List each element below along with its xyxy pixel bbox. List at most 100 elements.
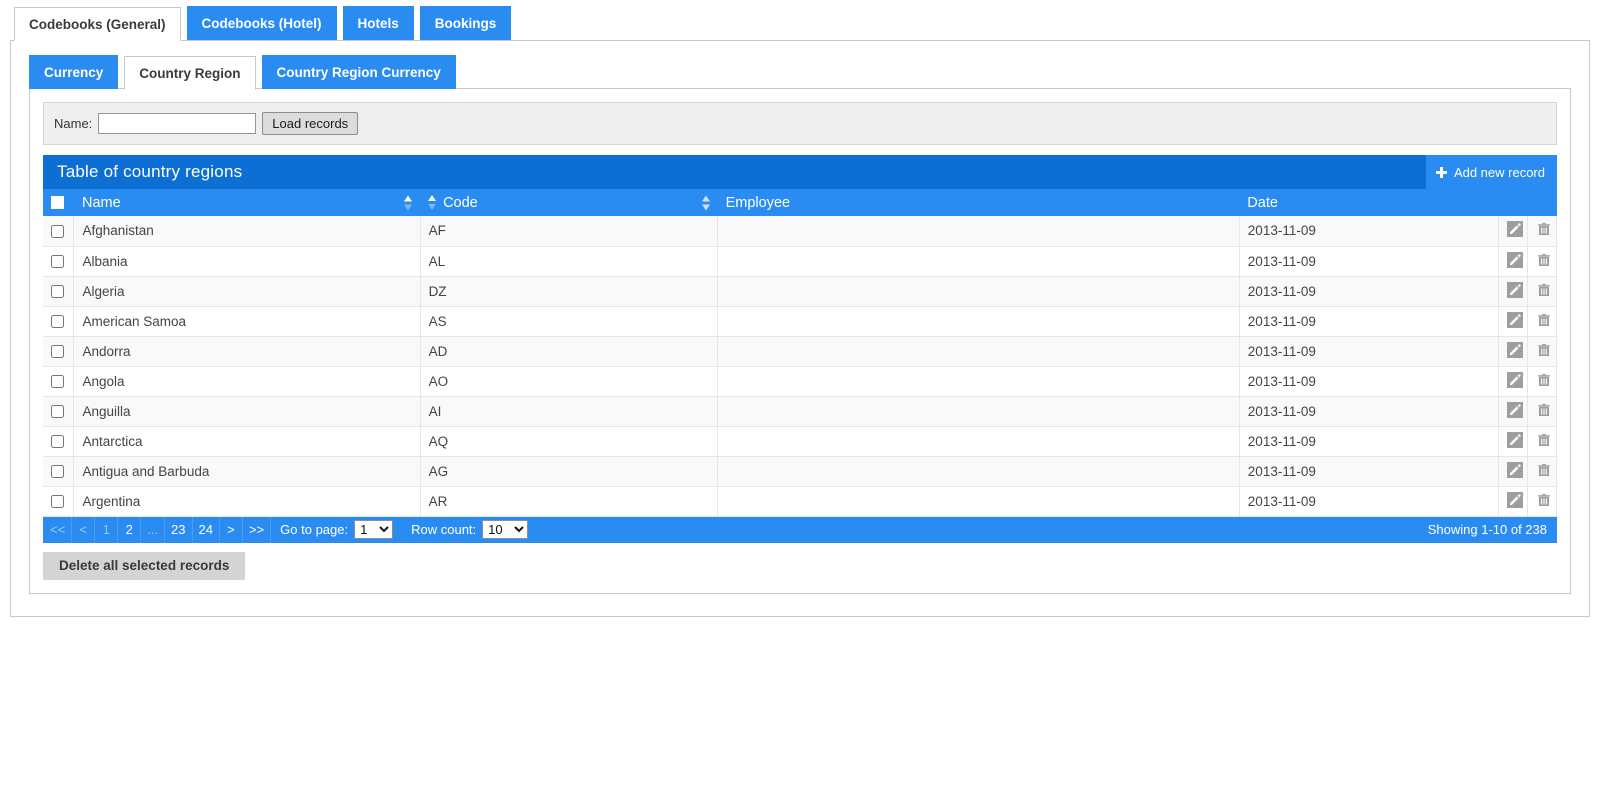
- table-body: Afghanistan AF 2013-11-09 Albania AL 2013-11-…: [43, 216, 1557, 517]
- row-checkbox[interactable]: [51, 465, 64, 479]
- pagination-next[interactable]: >: [220, 516, 243, 543]
- cell-delete-action[interactable]: [1527, 426, 1557, 457]
- row-select-cell: [43, 336, 75, 367]
- cell-edit-action[interactable]: [1498, 336, 1529, 367]
- cell-code: AG: [420, 456, 719, 487]
- edit-pencil-icon[interactable]: [1507, 221, 1524, 238]
- cell-delete-action[interactable]: [1527, 216, 1557, 247]
- row-checkbox[interactable]: [51, 255, 64, 269]
- edit-pencil-icon[interactable]: [1507, 371, 1524, 388]
- cell-edit-action[interactable]: [1498, 276, 1529, 307]
- tab-bookings[interactable]: Bookings: [419, 6, 512, 40]
- trash-icon[interactable]: [1536, 221, 1552, 237]
- table-row: Afghanistan AF 2013-11-09: [43, 216, 1557, 247]
- cell-edit-action[interactable]: [1498, 366, 1529, 397]
- sort-indicator-name[interactable]: [404, 195, 413, 210]
- tab-currency[interactable]: Currency: [29, 55, 119, 89]
- trash-icon[interactable]: [1536, 312, 1552, 328]
- edit-pencil-icon[interactable]: [1507, 401, 1524, 418]
- trash-icon[interactable]: [1536, 462, 1552, 478]
- cell-employee: [717, 306, 1240, 337]
- trash-icon[interactable]: [1536, 252, 1552, 268]
- column-header-employee[interactable]: Employee: [717, 189, 1240, 216]
- pagination-buttons: << <1 2... 23 24 > >>: [44, 516, 272, 543]
- trash-icon[interactable]: [1536, 342, 1552, 358]
- row-checkbox[interactable]: [51, 285, 64, 299]
- tab-country-region[interactable]: Country Region: [124, 56, 256, 90]
- row-count-select[interactable]: 102050100: [482, 520, 529, 539]
- tab-country-region-currency[interactable]: Country Region Currency: [261, 55, 456, 89]
- cell-edit-action[interactable]: [1498, 306, 1529, 337]
- edit-pencil-icon[interactable]: [1507, 311, 1524, 328]
- cell-date: 2013-11-09: [1239, 486, 1500, 517]
- cell-edit-action[interactable]: [1498, 486, 1529, 517]
- pagination-ellipsis: ...: [141, 516, 166, 543]
- cell-edit-action[interactable]: [1498, 246, 1529, 277]
- goto-page-select[interactable]: 1232324: [354, 520, 394, 539]
- table-head: Name Code Employee Date: [43, 189, 1557, 216]
- trash-icon[interactable]: [1536, 432, 1552, 448]
- trash-icon[interactable]: [1536, 492, 1552, 508]
- row-checkbox[interactable]: [51, 375, 64, 389]
- tab-codebooks-hotel[interactable]: Codebooks (Hotel): [186, 6, 337, 40]
- trash-icon[interactable]: [1536, 372, 1552, 388]
- cell-delete-action[interactable]: [1527, 276, 1557, 307]
- row-checkbox[interactable]: [51, 435, 64, 449]
- cell-delete-action[interactable]: [1527, 336, 1557, 367]
- row-checkbox[interactable]: [51, 315, 64, 329]
- row-checkbox[interactable]: [51, 405, 64, 419]
- pagination-first: <<: [44, 516, 73, 543]
- row-checkbox[interactable]: [51, 495, 64, 509]
- pagination-page-24[interactable]: 24: [193, 516, 220, 543]
- cell-edit-action[interactable]: [1498, 216, 1529, 247]
- pagination-page-2[interactable]: 2: [118, 516, 142, 543]
- cell-edit-action[interactable]: [1498, 456, 1529, 487]
- edit-pencil-icon[interactable]: [1507, 251, 1524, 268]
- cell-delete-action[interactable]: [1527, 396, 1557, 427]
- sort-indicator-code-right[interactable]: [701, 195, 711, 210]
- trash-icon[interactable]: [1536, 282, 1552, 298]
- country-regions-table: Name Code Employee Date Afghanistan AF 2…: [43, 189, 1557, 517]
- cell-edit-action[interactable]: [1498, 396, 1529, 427]
- pagination-last[interactable]: >>: [243, 516, 272, 543]
- row-select-cell: [43, 426, 75, 457]
- edit-pencil-icon[interactable]: [1507, 491, 1524, 508]
- cell-delete-action[interactable]: [1527, 246, 1557, 277]
- cell-delete-action[interactable]: [1527, 456, 1557, 487]
- row-checkbox[interactable]: [51, 345, 64, 359]
- edit-pencil-icon[interactable]: [1507, 341, 1524, 358]
- column-header-code[interactable]: Code: [420, 189, 718, 216]
- column-header-edit-actions: [1498, 189, 1528, 216]
- tab-hotels[interactable]: Hotels: [342, 6, 414, 40]
- cell-date: 2013-11-09: [1239, 246, 1500, 277]
- cell-delete-action[interactable]: [1527, 366, 1557, 397]
- plus-icon: [1435, 166, 1447, 178]
- name-filter-input[interactable]: [98, 113, 257, 134]
- cell-employee: [717, 216, 1240, 247]
- tab-codebooks-general[interactable]: Codebooks (General): [14, 7, 181, 41]
- row-count-group: Row count: 102050100: [402, 520, 537, 539]
- delete-all-selected-button[interactable]: Delete all selected records: [43, 551, 246, 580]
- table-row: Angola AO 2013-11-09: [43, 366, 1557, 397]
- cell-delete-action[interactable]: [1527, 486, 1557, 517]
- load-records-button[interactable]: Load records: [262, 112, 359, 135]
- cell-name: Antigua and Barbuda: [73, 456, 421, 487]
- trash-icon[interactable]: [1536, 402, 1552, 418]
- cell-edit-action[interactable]: [1498, 426, 1529, 457]
- pagination-page-23[interactable]: 23: [165, 516, 193, 543]
- name-filter-label: Name:: [54, 116, 93, 131]
- add-new-record-button[interactable]: Add new record: [1425, 155, 1557, 189]
- edit-pencil-icon[interactable]: [1507, 461, 1524, 478]
- column-header-name[interactable]: Name: [73, 189, 421, 216]
- cell-code: AF: [420, 216, 719, 247]
- cell-delete-action[interactable]: [1527, 306, 1557, 337]
- pagination-page-1: 1: [95, 516, 119, 543]
- edit-pencil-icon[interactable]: [1507, 431, 1524, 448]
- select-all-checkbox[interactable]: [51, 196, 64, 210]
- row-checkbox[interactable]: [51, 225, 64, 239]
- sort-indicator-code[interactable]: [428, 194, 437, 210]
- column-header-name-label: Name: [81, 194, 121, 211]
- row-select-cell: [43, 456, 75, 487]
- edit-pencil-icon[interactable]: [1507, 281, 1524, 298]
- column-header-date[interactable]: Date: [1239, 189, 1499, 216]
